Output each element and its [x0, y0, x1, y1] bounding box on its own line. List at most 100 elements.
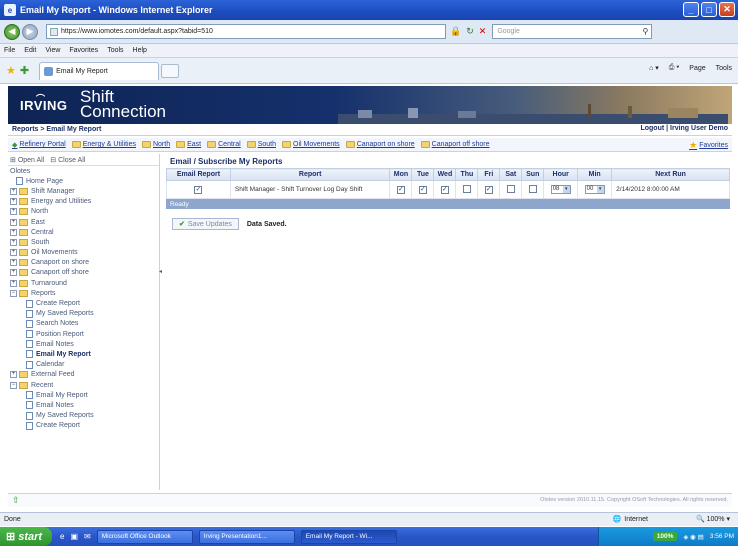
nav-canaport-on-shore[interactable]: Canaport on shore — [345, 141, 415, 148]
tree-item[interactable]: Email Notes — [10, 339, 159, 349]
page-menu[interactable]: Page — [689, 65, 705, 72]
new-tab-button[interactable] — [161, 63, 180, 78]
nav-east[interactable]: East — [176, 141, 201, 148]
maximize-button[interactable]: □ — [701, 2, 717, 17]
nav-oil-movements[interactable]: Oil Movements — [282, 141, 340, 148]
arrow-up-icon[interactable]: ⇧ — [12, 495, 20, 506]
close-button[interactable]: ✕ — [719, 2, 735, 17]
desktop-quicklaunch-icon[interactable]: ▣ — [70, 532, 78, 541]
nav-north[interactable]: North — [141, 141, 170, 148]
tree-item[interactable]: Position Report — [10, 329, 159, 339]
tree-item[interactable]: + External Feed — [10, 370, 159, 380]
user-links[interactable]: Logout | Irving User Demo — [640, 125, 728, 132]
address-input[interactable]: https://www.iomotes.com/default.aspx?tab… — [46, 24, 446, 39]
open-all-button[interactable]: ⊞ Open All — [10, 156, 44, 164]
tree-root[interactable]: Olotes — [10, 166, 159, 176]
day-checkbox-sat[interactable] — [506, 184, 515, 193]
add-favorite-icon[interactable]: ✚ — [20, 64, 29, 77]
forward-icon[interactable]: ▶ — [22, 23, 38, 40]
day-checkbox-sun[interactable] — [528, 184, 537, 193]
tree-item[interactable]: Email My Report — [10, 390, 159, 400]
nav-south[interactable]: South — [246, 141, 276, 148]
favorites-star-icon[interactable]: ★ — [6, 64, 16, 77]
tree-item[interactable]: Create Report — [10, 298, 159, 308]
tree-item[interactable]: + Oil Movements — [10, 248, 159, 258]
expand-icon[interactable]: + — [10, 218, 17, 226]
min-select[interactable]: 00 ▾ — [584, 185, 605, 194]
lock-icon[interactable]: 🔒 — [450, 26, 461, 37]
tray-icons[interactable]: ◈ ◉ ▤ — [683, 533, 703, 541]
tree-item[interactable]: My Saved Reports — [10, 309, 159, 319]
save-updates-button[interactable]: ✔ Save Updates — [172, 218, 239, 230]
tree-item[interactable]: + Energy and Utilities — [10, 197, 159, 207]
menu-favorites[interactable]: Favorites — [69, 47, 98, 54]
menu-tools[interactable]: Tools — [107, 47, 123, 54]
minimize-button[interactable]: _ — [683, 2, 699, 17]
expand-icon[interactable]: + — [10, 198, 17, 206]
tree-item[interactable]: + Turnaround — [10, 278, 159, 288]
expand-icon[interactable]: + — [10, 208, 17, 216]
zoom-level[interactable]: 🔍 100% ▾ — [696, 515, 730, 523]
day-checkbox-fri[interactable]: ✓ — [484, 185, 493, 194]
menu-file[interactable]: File — [4, 47, 15, 54]
favorites-link[interactable]: ★ Favorites — [689, 140, 728, 151]
day-checkbox-mon[interactable]: ✓ — [396, 185, 405, 194]
tree-item[interactable]: Calendar — [10, 360, 159, 370]
expand-icon[interactable]: + — [10, 249, 17, 257]
home-icon[interactable]: ⌂ ▾ — [649, 64, 659, 72]
start-button[interactable]: ⊞ start — [0, 527, 52, 546]
collapse-icon[interactable]: − — [10, 381, 17, 389]
task-outlook[interactable]: Microsoft Office Outlook — [96, 529, 193, 544]
expand-icon[interactable]: + — [10, 228, 17, 236]
menu-help[interactable]: Help — [133, 47, 147, 54]
nav-central[interactable]: Central — [207, 141, 241, 148]
task-powerpoint[interactable]: Irving Presentation1... — [198, 529, 295, 544]
outlook-quicklaunch-icon[interactable]: ✉ — [84, 532, 91, 541]
tree-item[interactable]: Create Report — [10, 421, 159, 431]
expand-icon[interactable]: + — [10, 187, 17, 195]
expand-icon[interactable]: + — [10, 259, 17, 267]
tree-item[interactable]: − Recent — [10, 380, 159, 390]
stop-icon[interactable]: ✕ — [479, 26, 487, 37]
expand-icon[interactable]: + — [10, 279, 17, 287]
expand-icon[interactable]: + — [10, 238, 17, 246]
tree-item[interactable]: + Canaport off shore — [10, 268, 159, 278]
refresh-icon[interactable]: ↻ — [466, 26, 474, 37]
tree-item[interactable]: Email Notes — [10, 400, 159, 410]
day-checkbox-thu[interactable] — [462, 184, 471, 193]
menu-edit[interactable]: Edit — [24, 47, 36, 54]
tree-item[interactable]: Home Page — [10, 176, 159, 186]
tree-item[interactable]: − Reports — [10, 288, 159, 298]
day-checkbox-tue[interactable]: ✓ — [418, 185, 427, 194]
search-icon[interactable]: ⚲ — [642, 27, 648, 36]
tree-item[interactable]: Search Notes — [10, 319, 159, 329]
back-icon[interactable]: ◀ — [4, 23, 20, 40]
email-report-checkbox[interactable]: ✓ — [194, 185, 203, 194]
print-icon[interactable]: ⎙ ▾ — [669, 64, 680, 72]
task-ie[interactable]: Email My Report - Wi... — [300, 529, 397, 544]
tree-item[interactable]: + Shift Manager — [10, 186, 159, 196]
close-all-button[interactable]: ⊟ Close All — [50, 156, 85, 164]
nav-energy-utilities[interactable]: Energy & Utilities — [71, 141, 136, 148]
tree-item[interactable]: + Canaport on shore — [10, 258, 159, 268]
collapse-icon[interactable]: − — [10, 289, 17, 297]
tree-item[interactable]: + North — [10, 207, 159, 217]
tree-item[interactable]: + South — [10, 237, 159, 247]
tree-item[interactable]: + East — [10, 217, 159, 227]
nav-refinery-portal[interactable]: ◆ Refinery Portal — [12, 141, 66, 149]
expand-icon[interactable]: + — [10, 371, 17, 379]
tree-item[interactable]: Email My Report — [10, 349, 159, 359]
menu-view[interactable]: View — [45, 47, 60, 54]
day-checkbox-wed[interactable]: ✓ — [440, 185, 449, 194]
hour-select[interactable]: 08 ▾ — [550, 185, 571, 194]
tree-item[interactable]: My Saved Reports — [10, 411, 159, 421]
ie-quicklaunch-icon[interactable]: e — [60, 532, 64, 541]
tray-percent[interactable]: 100% — [652, 532, 678, 541]
search-input[interactable]: Google ⚲ — [492, 24, 653, 39]
nav-canaport-off-shore[interactable]: Canaport off shore — [420, 141, 490, 148]
tree-item[interactable]: + Central — [10, 227, 159, 237]
expand-icon[interactable]: + — [10, 269, 17, 277]
sidebar-collapse-icon[interactable]: ◂ — [159, 268, 163, 276]
browser-tab[interactable]: Email My Report — [39, 61, 160, 80]
tools-menu[interactable]: Tools — [716, 65, 732, 72]
